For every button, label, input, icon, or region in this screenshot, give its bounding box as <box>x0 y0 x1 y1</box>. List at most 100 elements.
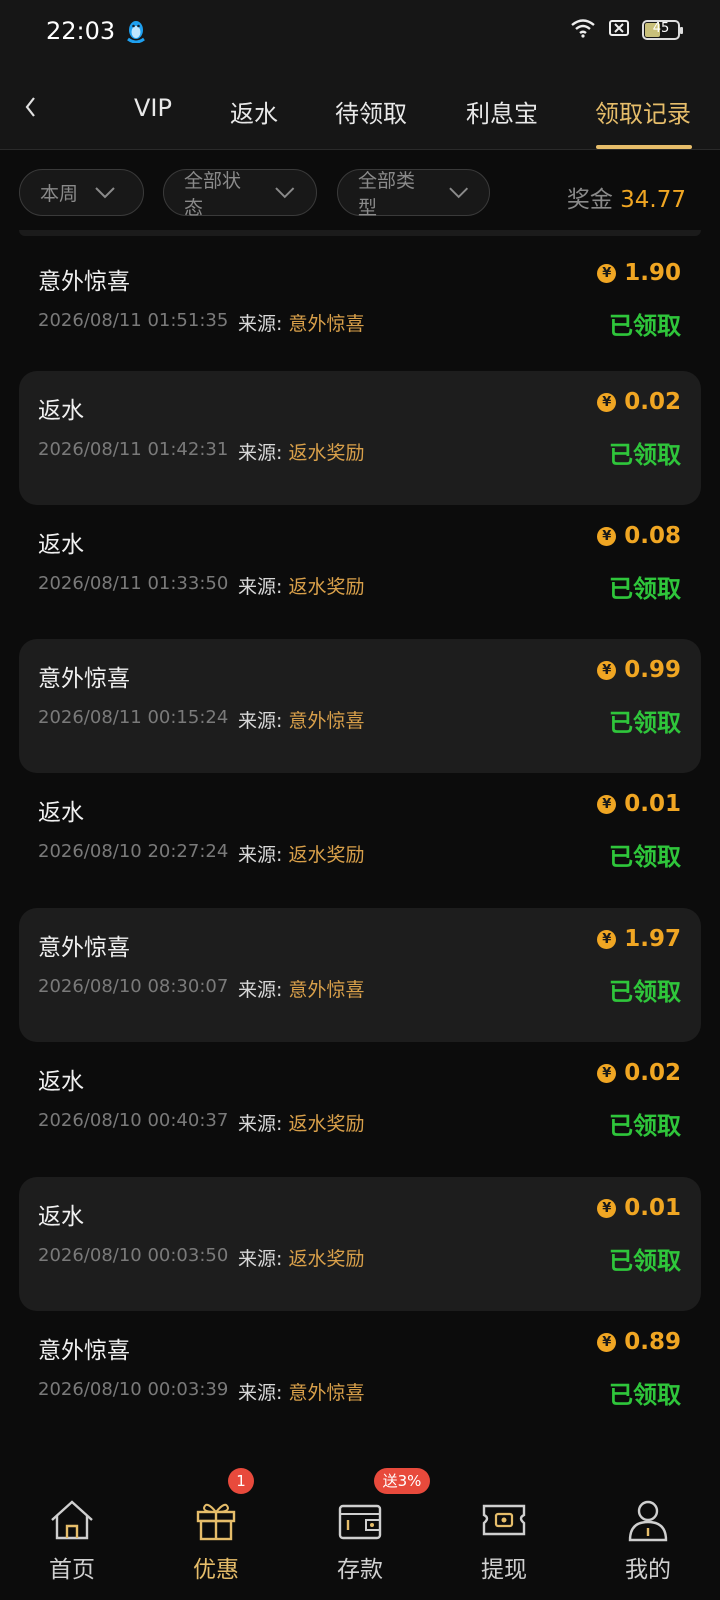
record-title: 返水 <box>38 800 84 826</box>
coin-icon: ¥ <box>597 1332 617 1352</box>
record-source: 来源: 意外惊喜 <box>238 313 365 335</box>
back-button[interactable] <box>16 88 56 128</box>
bonus-label: 奖金 <box>566 187 613 213</box>
record-source: 来源: 意外惊喜 <box>238 710 365 732</box>
deposit-badge: 送3% <box>374 1468 430 1494</box>
nav-home[interactable]: 首页 <box>0 1480 144 1600</box>
coin-icon: ¥ <box>597 1198 617 1218</box>
period-filter-label: 本周 <box>40 183 79 205</box>
tab-interest[interactable]: 利息宝 <box>466 94 538 129</box>
nav-profile-label: 我的 <box>625 1557 671 1583</box>
list-item: 返水 2026/08/10 00:40:37 来源: 返水奖励 ¥0.02 已领… <box>19 1042 701 1176</box>
tab-pending[interactable]: 待领取 <box>335 94 407 129</box>
record-source: 来源: 意外惊喜 <box>238 1382 365 1404</box>
status-claimed: 已领取 <box>609 441 681 469</box>
record-amount: ¥0.99 <box>597 657 681 683</box>
record-amount: ¥1.97 <box>597 926 681 952</box>
status-filter-label: 全部状态 <box>184 169 242 219</box>
list-item: 意外惊喜 2026/08/10 08:30:07 来源: 意外惊喜 ¥1.97 … <box>19 908 701 1042</box>
withdraw-ticket-icon <box>480 1498 528 1546</box>
wallet-icon <box>336 1498 384 1546</box>
list-item: 意外惊喜 2026/08/10 00:03:39 来源: 意外惊喜 ¥0.89 … <box>19 1311 701 1445</box>
record-source: 来源: 返水奖励 <box>238 1113 365 1135</box>
qq-penguin-icon <box>126 19 146 47</box>
nav-profile[interactable]: 我的 <box>576 1480 720 1600</box>
record-amount: ¥0.08 <box>597 523 681 549</box>
period-filter[interactable]: 本周 <box>19 169 144 216</box>
wifi-icon <box>570 18 596 42</box>
battery-icon: 45 <box>642 20 683 40</box>
record-title: 意外惊喜 <box>38 269 130 295</box>
active-tab-indicator <box>596 145 692 149</box>
record-time: 2026/08/10 20:27:24 <box>38 841 229 862</box>
tab-claim-records[interactable]: 领取记录 <box>595 94 691 129</box>
record-title: 返水 <box>38 532 84 558</box>
status-claimed: 已领取 <box>609 709 681 737</box>
record-amount: ¥0.02 <box>597 389 681 415</box>
type-filter[interactable]: 全部类型 <box>337 169 490 219</box>
status-bar: 22:03 45 <box>0 0 720 66</box>
status-icons: 45 <box>570 18 683 42</box>
status-claimed: 已领取 <box>609 1381 681 1409</box>
nav-deposit[interactable]: 送3% 存款 <box>288 1468 432 1600</box>
nav-promotions-label: 优惠 <box>193 1557 239 1583</box>
record-time: 2026/08/10 00:40:37 <box>38 1110 229 1131</box>
tab-rebate[interactable]: 返水 <box>230 94 278 129</box>
record-source: 来源: 返水奖励 <box>238 576 365 598</box>
record-amount: ¥0.01 <box>597 791 681 817</box>
chevron-down-icon <box>448 186 468 198</box>
status-filter[interactable]: 全部状态 <box>163 169 317 219</box>
gift-icon <box>192 1498 240 1546</box>
chevron-down-icon <box>95 186 115 198</box>
coin-icon: ¥ <box>597 660 617 680</box>
record-title: 意外惊喜 <box>38 1338 130 1364</box>
coin-icon: ¥ <box>597 1063 617 1083</box>
home-icon <box>48 1498 96 1546</box>
coin-icon: ¥ <box>597 929 617 949</box>
status-claimed: 已领取 <box>609 978 681 1006</box>
list-item: 返水 2026/08/11 01:33:50 来源: 返水奖励 ¥0.08 已领… <box>19 505 701 639</box>
record-title: 意外惊喜 <box>38 935 130 961</box>
record-time: 2026/08/11 01:42:31 <box>38 439 229 460</box>
type-filter-label: 全部类型 <box>358 169 416 219</box>
list-item: 返水 2026/08/10 00:03:50 来源: 返水奖励 ¥0.01 已领… <box>19 1177 701 1311</box>
record-source: 来源: 返水奖励 <box>238 844 365 866</box>
record-title: 返水 <box>38 1069 84 1095</box>
record-time: 2026/08/11 01:33:50 <box>38 573 229 594</box>
filter-bar: 本周 全部状态 全部类型 奖金 34.77 <box>0 150 720 230</box>
record-title: 意外惊喜 <box>38 666 130 692</box>
nav-home-label: 首页 <box>49 1557 95 1583</box>
status-claimed: 已领取 <box>609 1112 681 1140</box>
list-item: 返水 2026/08/11 01:42:31 来源: 返水奖励 ¥0.02 已领… <box>19 371 701 505</box>
chevron-down-icon <box>275 186 295 198</box>
status-claimed: 已领取 <box>609 312 681 340</box>
record-time: 2026/08/11 00:15:24 <box>38 707 229 728</box>
nav-withdraw-label: 提现 <box>481 1557 527 1583</box>
nav-deposit-label: 存款 <box>337 1557 383 1583</box>
status-time: 22:03 <box>46 17 116 45</box>
coin-icon: ¥ <box>597 526 617 546</box>
status-claimed: 已领取 <box>609 575 681 603</box>
record-time: 2026/08/10 00:03:39 <box>38 1379 229 1400</box>
record-source: 来源: 返水奖励 <box>238 1248 365 1270</box>
status-claimed: 已领取 <box>609 843 681 871</box>
no-sim-icon <box>608 18 630 42</box>
chevron-left-icon <box>25 97 35 117</box>
previous-card-edge <box>19 230 701 236</box>
record-title: 返水 <box>38 398 84 424</box>
profile-icon <box>624 1498 672 1546</box>
record-source: 来源: 返水奖励 <box>238 442 365 464</box>
coin-icon: ¥ <box>597 794 617 814</box>
coin-icon: ¥ <box>597 263 617 283</box>
tab-header: VIP 返水 待领取 利息宝 领取记录 <box>0 66 720 150</box>
record-source: 来源: 意外惊喜 <box>238 979 365 1001</box>
nav-promotions[interactable]: 1 优惠 <box>144 1468 288 1600</box>
bottom-nav: 首页 1 优惠 送3% 存款 提现 我的 <box>0 1468 720 1600</box>
list-item: 意外惊喜 2026/08/11 00:15:24 来源: 意外惊喜 ¥0.99 … <box>19 639 701 773</box>
tab-vip[interactable]: VIP <box>134 94 172 122</box>
record-amount: ¥0.89 <box>597 1329 681 1355</box>
list-item: 意外惊喜 2026/08/11 01:51:35 来源: 意外惊喜 ¥1.90 … <box>19 242 701 376</box>
record-time: 2026/08/10 00:03:50 <box>38 1245 229 1266</box>
nav-withdraw[interactable]: 提现 <box>432 1480 576 1600</box>
record-amount: ¥0.02 <box>597 1060 681 1086</box>
